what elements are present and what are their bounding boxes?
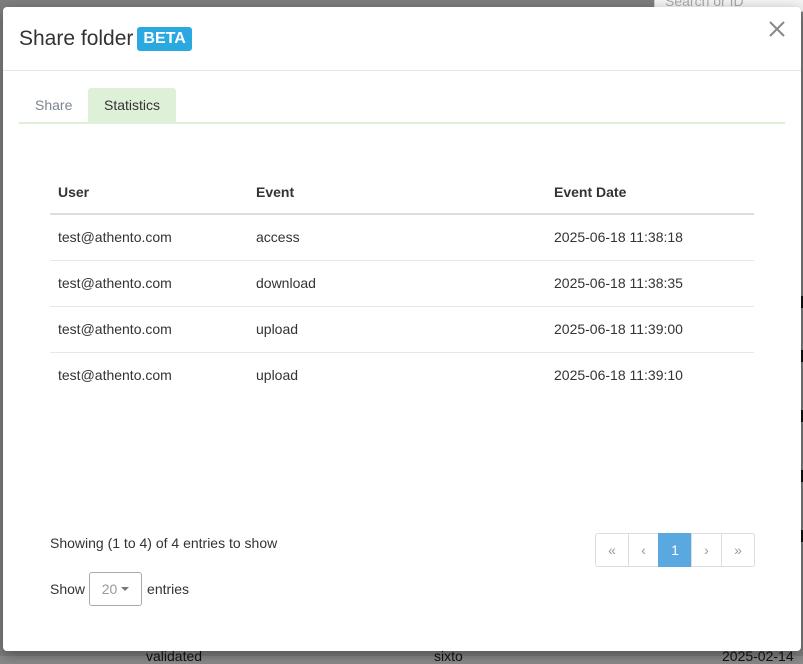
tab-share[interactable]: Share	[19, 88, 88, 122]
show-label: Show	[50, 581, 86, 597]
share-folder-modal: Share folder BETA Share Statistics User E…	[3, 7, 801, 651]
table-header-row: User Event Event Date	[50, 170, 754, 215]
tab-statistics[interactable]: Statistics	[88, 88, 176, 122]
entries-label: entries	[147, 581, 190, 597]
pagination-page-1[interactable]: 1	[658, 533, 692, 567]
cell-user: test@athento.com	[50, 260, 248, 307]
column-header-event-date: Event Date	[546, 170, 754, 215]
cell-event-date: 2025-06-18 11:38:35	[546, 260, 754, 307]
entries-info-text: Showing (1 to 4) of 4 entries to show	[50, 535, 278, 551]
close-icon	[769, 21, 785, 37]
pagination-first-button[interactable]: «	[595, 533, 629, 567]
cell-event-date: 2025-06-18 11:39:10	[554, 367, 683, 384]
pagination-prev-button[interactable]: ‹	[628, 533, 659, 567]
cell-event: download	[248, 260, 546, 307]
cell-event: upload	[256, 367, 299, 384]
modal-title: Share folder	[19, 27, 134, 50]
page-size-control: Show 20 entries	[50, 572, 189, 606]
beta-badge: BETA	[137, 27, 192, 51]
column-header-event: Event	[248, 170, 546, 215]
cell-event: upload	[248, 306, 546, 353]
caret-down-icon	[121, 587, 130, 591]
pagination-next-button[interactable]: ›	[691, 533, 722, 567]
modal-title-wrap: Share folder BETA	[19, 27, 192, 51]
table-row: test@athento.com upload 2025-06-18 11:39…	[50, 306, 754, 353]
cell-user: test@athento.com	[50, 306, 248, 353]
cell-event-date: 2025-06-18 11:38:18	[546, 214, 754, 261]
cell-event-date: 2025-06-18 11:39:00	[546, 306, 754, 353]
table-row: test@athento.com download 2025-06-18 11:…	[50, 260, 754, 307]
page-size-select[interactable]: 20	[89, 572, 143, 606]
pagination: « ‹ 1 › »	[595, 533, 755, 567]
modal-tabs: Share Statistics	[19, 88, 785, 124]
table-row: test@athento.com upload 2025-06-18 11:39…	[50, 352, 754, 398]
cell-event: access	[248, 214, 546, 261]
page-size-value: 20	[101, 581, 118, 597]
table-row: test@athento.com access 2025-06-18 11:38…	[50, 214, 754, 261]
modal-header: Share folder BETA	[3, 7, 801, 71]
statistics-table: User Event Event Date test@athento.com a…	[50, 170, 754, 398]
column-header-user: User	[50, 170, 248, 215]
close-button[interactable]	[767, 19, 787, 39]
cell-user: test@athento.com	[50, 214, 248, 261]
cell-user: test@athento.com	[58, 367, 172, 384]
pagination-last-button[interactable]: »	[721, 533, 755, 567]
